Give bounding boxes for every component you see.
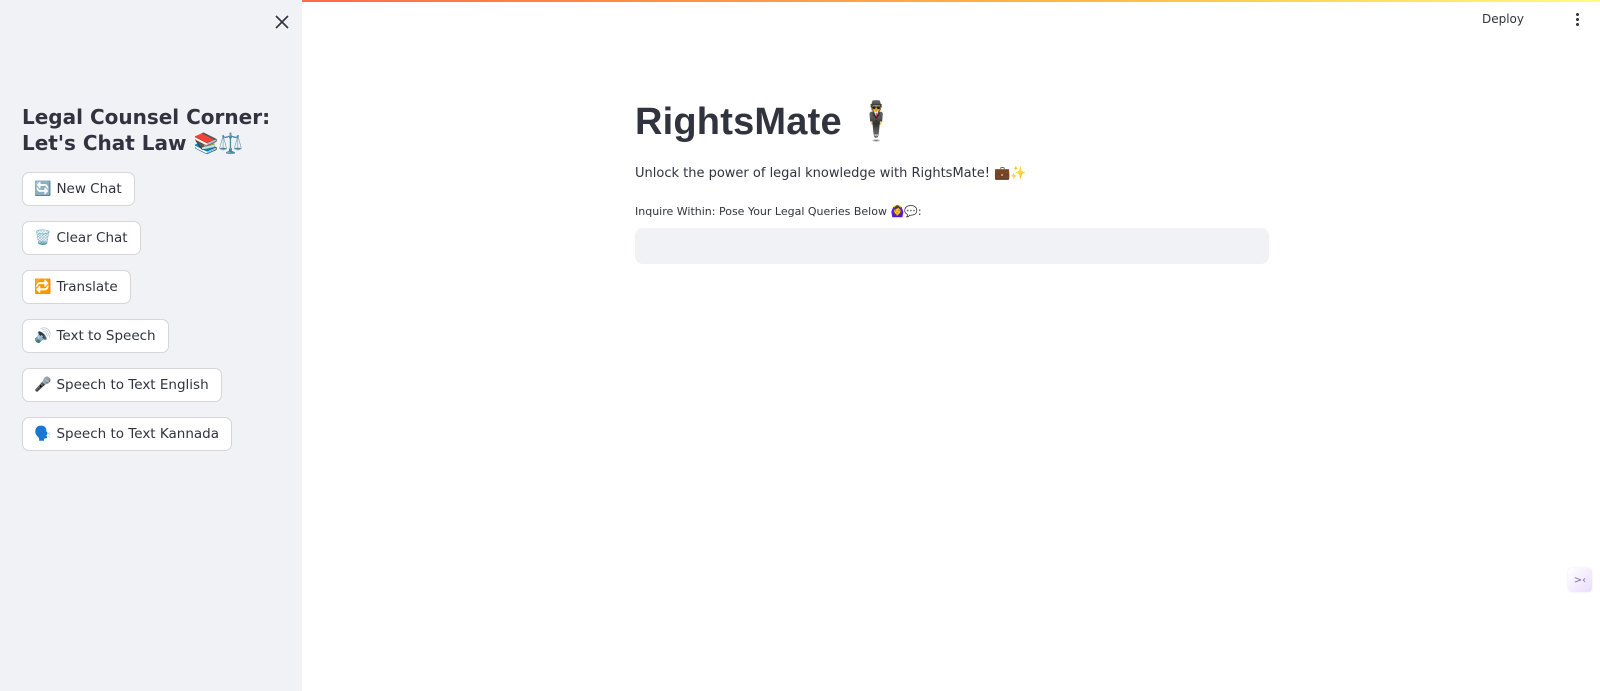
new-chat-button[interactable]: 🔄 New Chat — [22, 172, 135, 206]
refresh-icon: 🔄 — [34, 181, 52, 197]
repeat-icon: 🔁 — [34, 279, 52, 295]
more-menu-icon[interactable] — [1574, 13, 1580, 29]
deploy-button[interactable]: Deploy — [1482, 12, 1524, 26]
speech-to-text-kannada-label: Speech to Text Kannada — [56, 426, 220, 442]
speaker-icon: 🔊 — [34, 328, 52, 344]
legal-query-input[interactable] — [635, 228, 1269, 264]
sidebar: Legal Counsel Corner: Let's Chat Law 📚⚖️… — [0, 0, 302, 691]
text-to-speech-button[interactable]: 🔊 Text to Speech — [22, 319, 169, 353]
clear-chat-button[interactable]: 🗑️ Clear Chat — [22, 221, 141, 255]
query-input-label: Inquire Within: Pose Your Legal Queries … — [635, 205, 922, 218]
text-to-speech-label: Text to Speech — [56, 328, 156, 344]
new-chat-label: New Chat — [56, 181, 122, 197]
translate-button[interactable]: 🔁 Translate — [22, 270, 131, 304]
expand-widget-icon[interactable]: >‹ — [1568, 568, 1592, 592]
speaking-head-icon: 🗣️ — [34, 426, 52, 442]
main-content: Deploy RightsMate 🕴️ Unlock the power of… — [302, 0, 1600, 691]
speech-to-text-kannada-button[interactable]: 🗣️ Speech to Text Kannada — [22, 417, 233, 451]
speech-to-text-english-label: Speech to Text English — [56, 377, 209, 393]
speech-to-text-english-button[interactable]: 🎤 Speech to Text English — [22, 368, 222, 402]
page-title: RightsMate 🕴️ — [635, 101, 901, 143]
translate-label: Translate — [56, 279, 118, 295]
trash-icon: 🗑️ — [34, 230, 52, 246]
page-subtitle: Unlock the power of legal knowledge with… — [635, 166, 1027, 181]
sidebar-title: Legal Counsel Corner: Let's Chat Law 📚⚖️ — [22, 105, 271, 155]
close-sidebar-icon[interactable] — [273, 13, 291, 31]
microphone-icon: 🎤 — [34, 377, 52, 393]
clear-chat-label: Clear Chat — [56, 230, 128, 246]
